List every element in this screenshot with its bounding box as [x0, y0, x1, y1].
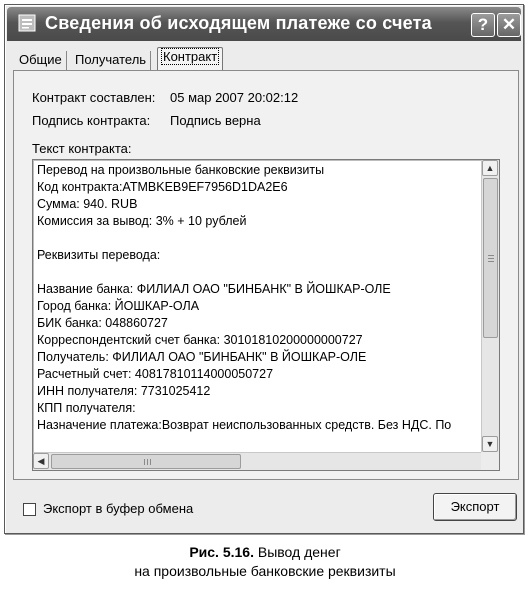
contract-text-line [37, 230, 479, 247]
contract-created-value: 05 мар 2007 20:02:12 [170, 90, 299, 105]
horizontal-scrollbar[interactable]: ◀ ▶ [33, 452, 499, 470]
export-clipboard-checkbox[interactable] [23, 503, 36, 516]
vertical-scrollbar[interactable]: ▲ ▼ [481, 160, 499, 452]
scroll-left-icon[interactable]: ◀ [33, 453, 49, 469]
contract-text-label: Текст контракта: [32, 141, 132, 156]
export-clipboard-label[interactable]: Экспорт в буфер обмена [43, 501, 193, 516]
title-bar[interactable]: Сведения об исходящем платеже со счета ?… [7, 7, 521, 41]
contract-created-label: Контракт составлен: [32, 90, 156, 105]
scroll-up-icon[interactable]: ▲ [482, 160, 498, 176]
figure-caption-line1: Рис. 5.16. Вывод денег [0, 544, 530, 560]
scroll-down-icon[interactable]: ▼ [482, 436, 498, 452]
contract-text-line: Комиссия за вывод: 3% + 10 рублей [37, 214, 247, 228]
contract-text-line: Название банка: ФИЛИАЛ ОАО "БИНБАНК" В Й… [37, 282, 391, 296]
contract-text-lines: Перевод на произвольные банковские рекви… [37, 162, 479, 438]
contract-text-line: Код контракта:ATMBKEB9EF7956D1DA2E6 [37, 180, 288, 194]
vertical-scroll-thumb[interactable] [483, 178, 498, 338]
contract-text-line: Перевод на произвольные банковские рекви… [37, 163, 325, 177]
close-button[interactable]: ✕ [497, 13, 521, 37]
help-button[interactable]: ? [471, 13, 495, 37]
figure-title: Вывод денег [257, 544, 341, 560]
tab-general[interactable]: Общие [15, 51, 67, 71]
figure-number: Рис. 5.16. [189, 544, 254, 560]
export-button[interactable]: Экспорт [433, 493, 517, 521]
contract-text-line: ИНН получателя: 7731025412 [37, 384, 211, 398]
contract-text-line: Расчетный счет: 40817810114000050727 [37, 367, 274, 381]
contract-text-line: БИК банка: 048860727 [37, 316, 168, 330]
contract-text-line: Назначение платежа:Возврат неиспользован… [37, 418, 452, 432]
contract-text-line: КПП получателя: [37, 401, 136, 415]
contract-signature-label: Подпись контракта: [32, 113, 151, 128]
figure-caption-line2: на произвольные банковские реквизиты [134, 563, 396, 579]
contract-text-line: Корреспондентский счет банка: 3010181020… [37, 333, 363, 347]
contract-text-line [37, 264, 479, 281]
contract-text-line: Город банка: ЙОШКАР-ОЛА [37, 299, 200, 313]
scrollbar-corner [481, 452, 499, 470]
tab-contract-label: Контракт [160, 48, 220, 65]
payment-details-dialog: Сведения об исходящем платеже со счета ?… [4, 4, 524, 534]
contract-text-area[interactable]: Перевод на произвольные банковские рекви… [32, 159, 500, 471]
tab-recipient[interactable]: Получатель [71, 51, 152, 71]
contract-text-line: Получатель: ФИЛИАЛ ОАО "БИНБАНК" В ЙОШКА… [37, 350, 367, 364]
contract-text-line: Сумма: 940. RUB [37, 197, 138, 211]
tab-contract[interactable]: Контракт [157, 47, 224, 71]
contract-panel: Контракт составлен: 05 мар 2007 20:02:12… [13, 70, 519, 480]
document-icon [18, 14, 36, 32]
contract-signature-value: Подпись верна [170, 113, 261, 128]
horizontal-scroll-thumb[interactable] [51, 454, 241, 469]
contract-text-line: Реквизиты перевода: [37, 248, 161, 262]
window-title: Сведения об исходящем платеже со счета [45, 13, 432, 33]
